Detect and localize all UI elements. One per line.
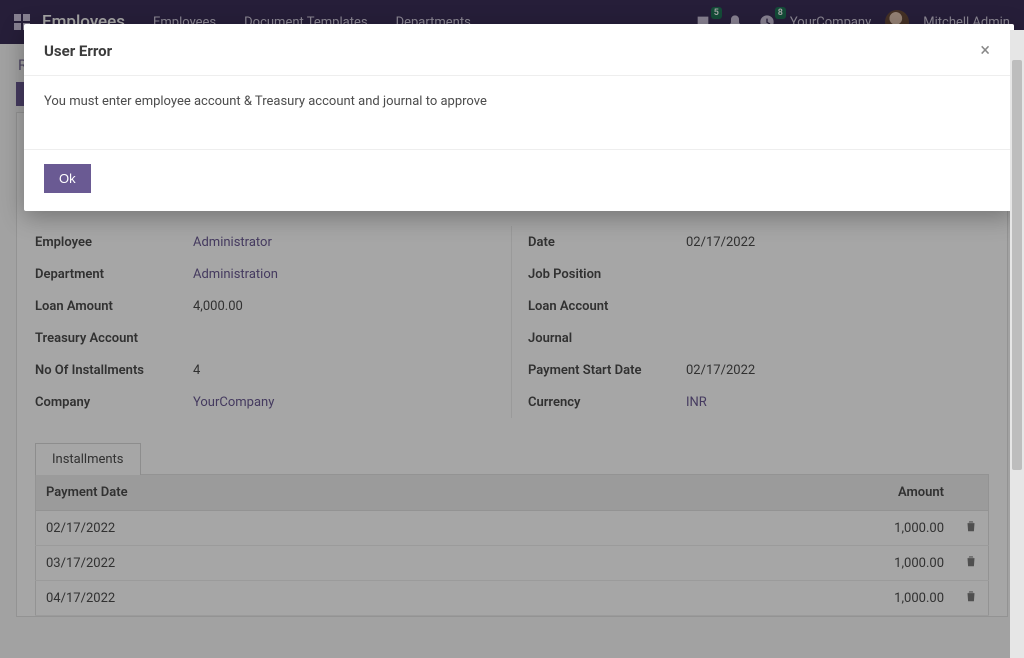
ok-button[interactable]: Ok [44, 164, 91, 193]
dialog-message: You must enter employee account & Treasu… [44, 76, 994, 129]
dialog-title: User Error [44, 42, 112, 60]
scrollbar-thumb[interactable] [1012, 60, 1022, 470]
scrollbar[interactable] [1010, 30, 1024, 658]
close-icon[interactable]: × [976, 40, 994, 61]
user-error-dialog: User Error × You must enter employee acc… [24, 24, 1014, 211]
